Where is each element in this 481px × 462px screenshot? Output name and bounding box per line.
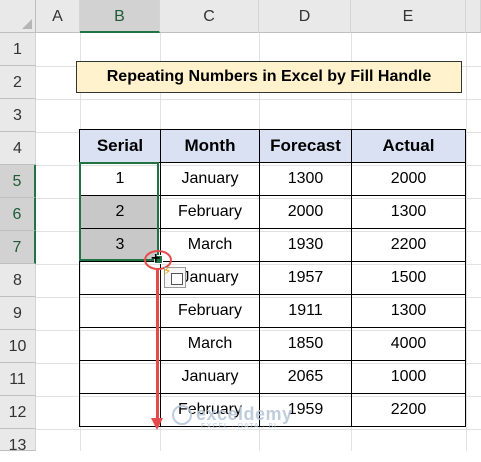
table-cell-month[interactable]: January xyxy=(161,163,260,196)
lightning-icon: ⚡ xyxy=(163,264,172,278)
table-header-serial[interactable]: Serial xyxy=(80,130,161,163)
table-cell-actual[interactable]: 1000 xyxy=(352,361,466,394)
row-header-10[interactable]: 10 xyxy=(0,330,36,363)
watermark-name: exceldemy xyxy=(196,404,293,424)
table-cell-serial[interactable] xyxy=(80,295,161,328)
crosshair-cursor-icon: + xyxy=(151,250,161,267)
row-header-3[interactable]: 3 xyxy=(0,99,36,132)
column-header-b[interactable]: B xyxy=(80,0,160,33)
table-cell-actual[interactable]: 2000 xyxy=(352,163,466,196)
column-header-a[interactable]: A xyxy=(36,0,80,33)
table-header-month[interactable]: Month xyxy=(161,130,260,163)
table-cell-actual[interactable]: 2200 xyxy=(352,394,466,427)
table-cell-actual[interactable]: 4000 xyxy=(352,328,466,361)
table-cell-month[interactable]: February xyxy=(161,295,260,328)
row-header-4[interactable]: 4 xyxy=(0,132,36,165)
table-cell-actual[interactable]: 1300 xyxy=(352,295,466,328)
table-cell-forecast[interactable]: 1300 xyxy=(260,163,352,196)
column-header-e[interactable]: E xyxy=(351,0,466,33)
sheet-title[interactable]: Repeating Numbers in Excel by Fill Handl… xyxy=(76,61,462,93)
table-cell-forecast[interactable]: 1911 xyxy=(260,295,352,328)
table-header-forecast[interactable]: Forecast xyxy=(260,130,352,163)
table-cell-serial[interactable] xyxy=(80,361,161,394)
table-cell-month[interactable]: February xyxy=(161,196,260,229)
row-header-1[interactable]: 1 xyxy=(0,33,36,66)
column-header-c[interactable]: C xyxy=(160,0,259,33)
row-header-12[interactable]: 12 xyxy=(0,396,36,429)
row-header-5[interactable]: 5 xyxy=(0,165,36,198)
table-header-actual[interactable]: Actual xyxy=(352,130,466,163)
table-cell-actual[interactable]: 2200 xyxy=(352,229,466,262)
row-header-11[interactable]: 11 xyxy=(0,363,36,396)
table-cell-serial[interactable]: 2 xyxy=(80,196,161,229)
table-cell-month[interactable]: January xyxy=(161,361,260,394)
exceldemy-watermark: exceldemy EXCEL · DATA · BI xyxy=(172,404,293,430)
row-header-13[interactable]: 13 xyxy=(0,429,36,454)
row-header-2[interactable]: 2 xyxy=(0,66,36,99)
table-cell-forecast[interactable]: 1930 xyxy=(260,229,352,262)
table-cell-forecast[interactable]: 1957 xyxy=(260,262,352,295)
table-cell-forecast[interactable]: 1850 xyxy=(260,328,352,361)
exceldemy-logo-icon xyxy=(172,405,192,426)
table-cell-actual[interactable]: 1300 xyxy=(352,196,466,229)
clipboard-page-icon xyxy=(171,273,183,285)
table-cell-actual[interactable]: 1500 xyxy=(352,262,466,295)
table-cell-serial[interactable] xyxy=(80,328,161,361)
data-table: Serial Month Forecast Actual 1 January 1… xyxy=(79,129,466,427)
table-cell-month[interactable]: March xyxy=(161,229,260,262)
column-header-f-partial[interactable] xyxy=(466,0,481,33)
row-header-6[interactable]: 6 xyxy=(0,198,36,231)
drag-arrow-head xyxy=(151,418,163,430)
column-header-d[interactable]: D xyxy=(259,0,351,33)
table-cell-forecast[interactable]: 2000 xyxy=(260,196,352,229)
table-cell-month[interactable]: March xyxy=(161,328,260,361)
select-all-corner[interactable] xyxy=(0,0,36,33)
table-cell-forecast[interactable]: 2065 xyxy=(260,361,352,394)
row-header-9[interactable]: 9 xyxy=(0,297,36,330)
row-header-7[interactable]: 7 xyxy=(0,231,36,264)
table-cell-serial[interactable]: 1 xyxy=(80,163,161,196)
table-cell-serial[interactable] xyxy=(80,394,161,427)
drag-arrow-line xyxy=(156,270,159,422)
watermark-tagline: EXCEL · DATA · BI xyxy=(201,423,277,430)
auto-fill-options-icon[interactable]: ⚡ xyxy=(163,264,186,288)
spreadsheet: A B C D E 1 2 3 4 5 6 7 8 9 10 11 12 13 … xyxy=(0,0,481,454)
row-header-8[interactable]: 8 xyxy=(0,264,36,297)
